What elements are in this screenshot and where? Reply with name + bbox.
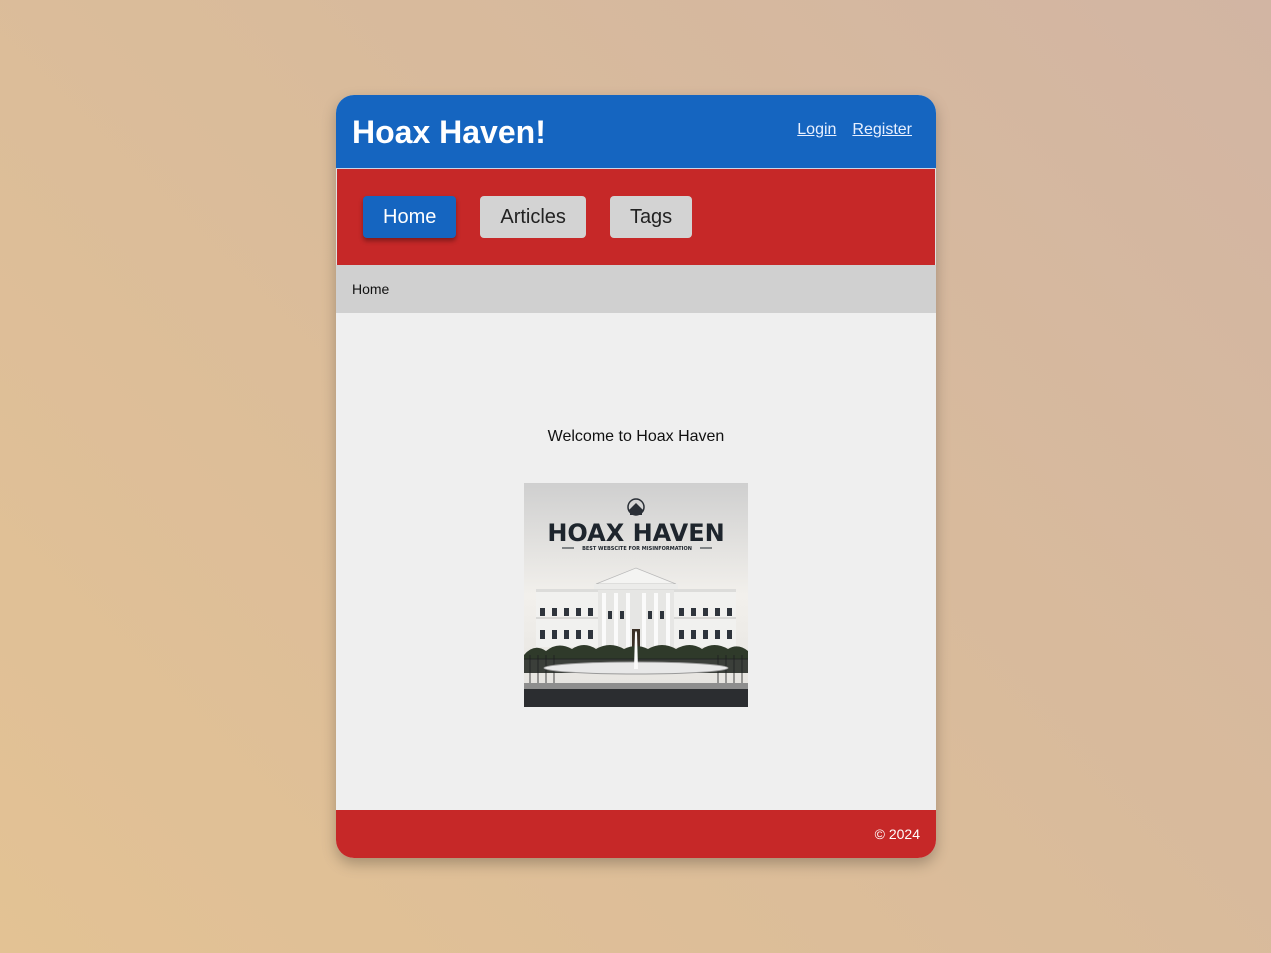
site-card: Hoax Haven! Login Register Home Articles… xyxy=(336,95,936,858)
hero-logo-text: HOAX HAVEN xyxy=(547,519,724,547)
site-footer: © 2024 xyxy=(336,810,936,858)
register-link[interactable]: Register xyxy=(852,121,912,139)
site-title: Hoax Haven! xyxy=(352,114,546,150)
site-header: Hoax Haven! Login Register xyxy=(336,95,936,169)
login-link[interactable]: Login xyxy=(797,121,836,139)
hero-image: HOAX HAVEN BEST WEBSCITE FOR MISINFORMAT… xyxy=(524,483,748,707)
nav-tags-button[interactable]: Tags xyxy=(609,196,693,238)
breadcrumb-current: Home xyxy=(352,281,390,297)
road xyxy=(524,689,748,707)
hero-tagline: BEST WEBSCITE FOR MISINFORMATION xyxy=(582,546,692,552)
welcome-text: Welcome to Hoax Haven xyxy=(547,428,725,445)
copyright-text: © 2024 xyxy=(874,826,920,842)
nav-home-button[interactable]: Home xyxy=(363,196,457,238)
main-content: Welcome to Hoax Haven HOAX HAVEN BEST WE… xyxy=(336,313,936,810)
sidewalk xyxy=(524,683,748,689)
breadcrumb: Home xyxy=(336,265,936,313)
main-nav: Home Articles Tags xyxy=(336,169,936,265)
auth-links: Login Register xyxy=(797,121,912,139)
nav-articles-button[interactable]: Articles xyxy=(480,196,586,238)
